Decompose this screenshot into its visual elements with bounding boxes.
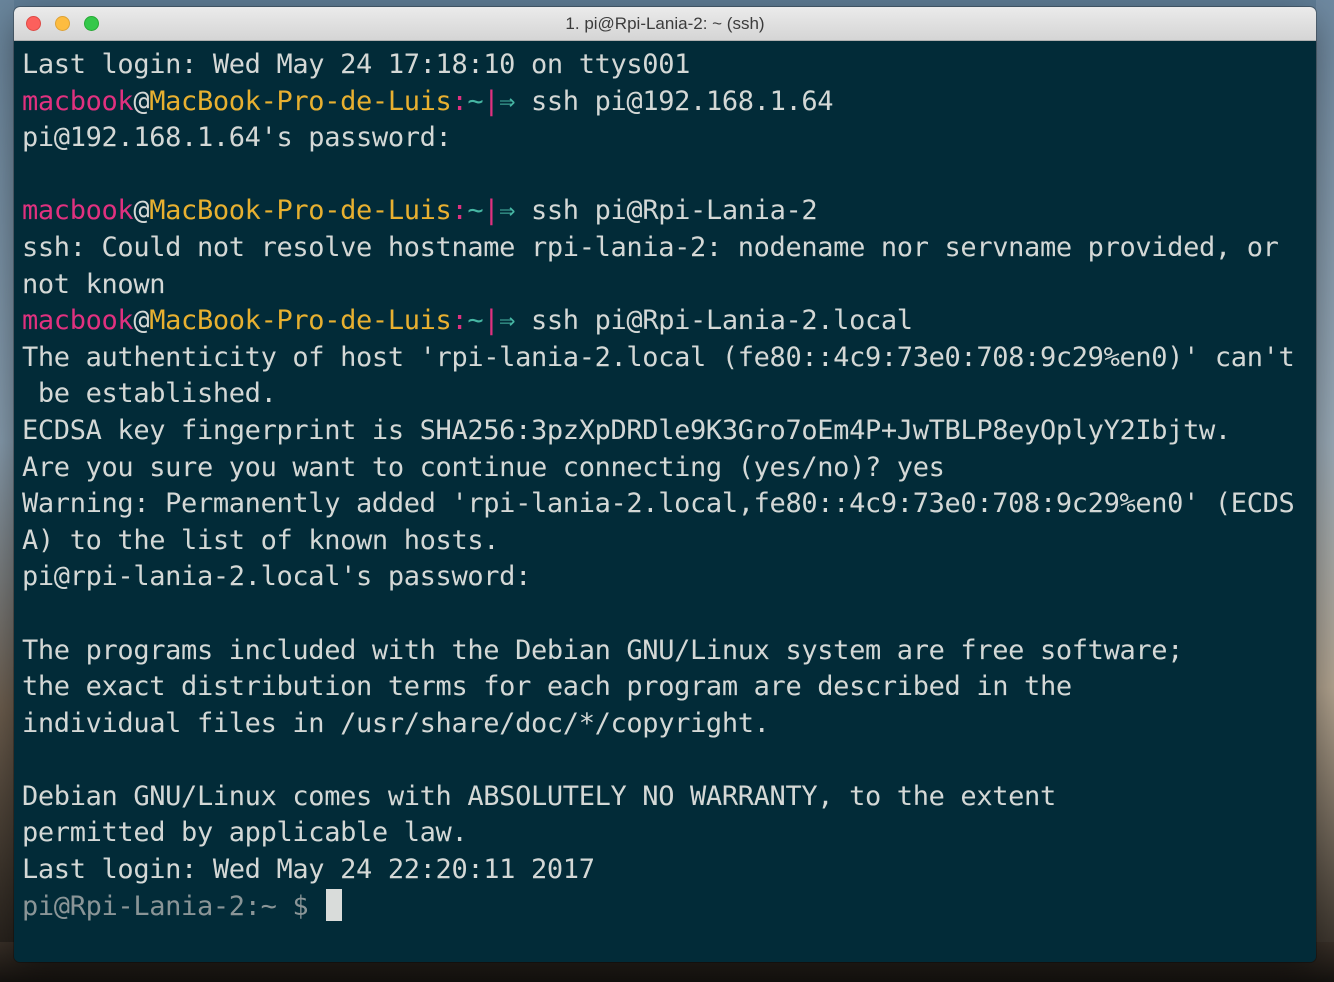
terminal-line: Warning: Permanently added 'rpi-lania-2.… [22,488,1295,520]
remote-prompt-line[interactable]: pi@Rpi-Lania-2:~ $ [22,889,1316,926]
terminal-line: A) to the list of known hosts. [22,524,500,556]
local-prompt-line: macbook@MacBook-Pro-de-Luis:~|⇒ ssh pi@1… [22,84,1316,121]
prompt-user: macbook [22,305,134,337]
prompt-host: MacBook-Pro-de-Luis [149,305,452,337]
terminal-line: Debian GNU/Linux comes with ABSOLUTELY N… [22,780,1056,812]
terminal-line: Last login: Wed May 24 17:18:10 on ttys0… [22,49,691,80]
command-text: ssh pi@192.168.1.64 [515,85,834,117]
prompt-arrow-icon: ⇒ [499,305,516,337]
prompt-path: ~ [467,305,484,337]
command-text: ssh pi@Rpi-Lania-2 [515,195,818,227]
terminal-line: The authenticity of host 'rpi-lania-2.lo… [22,341,1295,373]
text-cursor[interactable] [326,889,343,922]
terminal-line: ECDSA key fingerprint is SHA256:3pzXpDRD… [22,414,1231,446]
prompt-colon: : [451,305,468,337]
terminal-line-empty [22,742,1316,779]
prompt-bar: | [483,305,500,337]
terminal-line: Last login: Wed May 24 22:20:11 2017 [22,854,595,886]
prompt-user: macbook [22,195,134,227]
terminal-line: pi@rpi-lania-2.local's password: [22,561,531,593]
terminal-window: 1. pi@Rpi-Lania-2: ~ (ssh) Last login: W… [14,7,1316,962]
terminal-line-empty [22,157,1316,194]
terminal-line-empty [22,596,1316,633]
prompt-arrow-icon: ⇒ [499,195,516,227]
desktop-background-right [1316,0,1334,982]
terminal-line: the exact distribution terms for each pr… [22,671,1072,703]
terminal-line: pi@192.168.1.64's password: [22,122,452,154]
prompt-colon: : [451,85,468,117]
terminal-line: ssh: Could not resolve hostname rpi-lani… [22,231,1279,263]
terminal-line: permitted by applicable law. [22,817,468,849]
prompt-user: macbook [22,85,134,117]
prompt-bar: | [483,195,500,227]
remote-prompt: pi@Rpi-Lania-2:~ $ [22,890,325,922]
prompt-bar: | [483,85,500,117]
prompt-host: MacBook-Pro-de-Luis [149,195,452,227]
window-title: 1. pi@Rpi-Lania-2: ~ (ssh) [565,14,765,33]
prompt-at: @ [133,85,150,117]
local-prompt-line: macbook@MacBook-Pro-de-Luis:~|⇒ ssh pi@R… [22,193,1316,230]
terminal-line: be established. [22,378,277,410]
terminal-output[interactable]: Last login: Wed May 24 17:18:10 on ttys0… [14,41,1316,962]
prompt-colon: : [451,195,468,227]
command-text: ssh pi@Rpi-Lania-2.local [515,305,913,337]
prompt-path: ~ [467,195,484,227]
prompt-path: ~ [467,85,484,117]
window-titlebar[interactable]: 1. pi@Rpi-Lania-2: ~ (ssh) [14,7,1316,41]
prompt-at: @ [133,305,150,337]
prompt-host: MacBook-Pro-de-Luis [149,85,452,117]
terminal-line: individual files in /usr/share/doc/*/cop… [22,707,770,739]
terminal-line: The programs included with the Debian GN… [22,634,1184,666]
local-prompt-line: macbook@MacBook-Pro-de-Luis:~|⇒ ssh pi@R… [22,303,1316,340]
desktop-background-left [0,0,14,982]
terminal-line: Are you sure you want to continue connec… [22,451,945,483]
prompt-arrow-icon: ⇒ [499,85,516,117]
prompt-at: @ [133,195,150,227]
terminal-line: not known [22,268,166,300]
